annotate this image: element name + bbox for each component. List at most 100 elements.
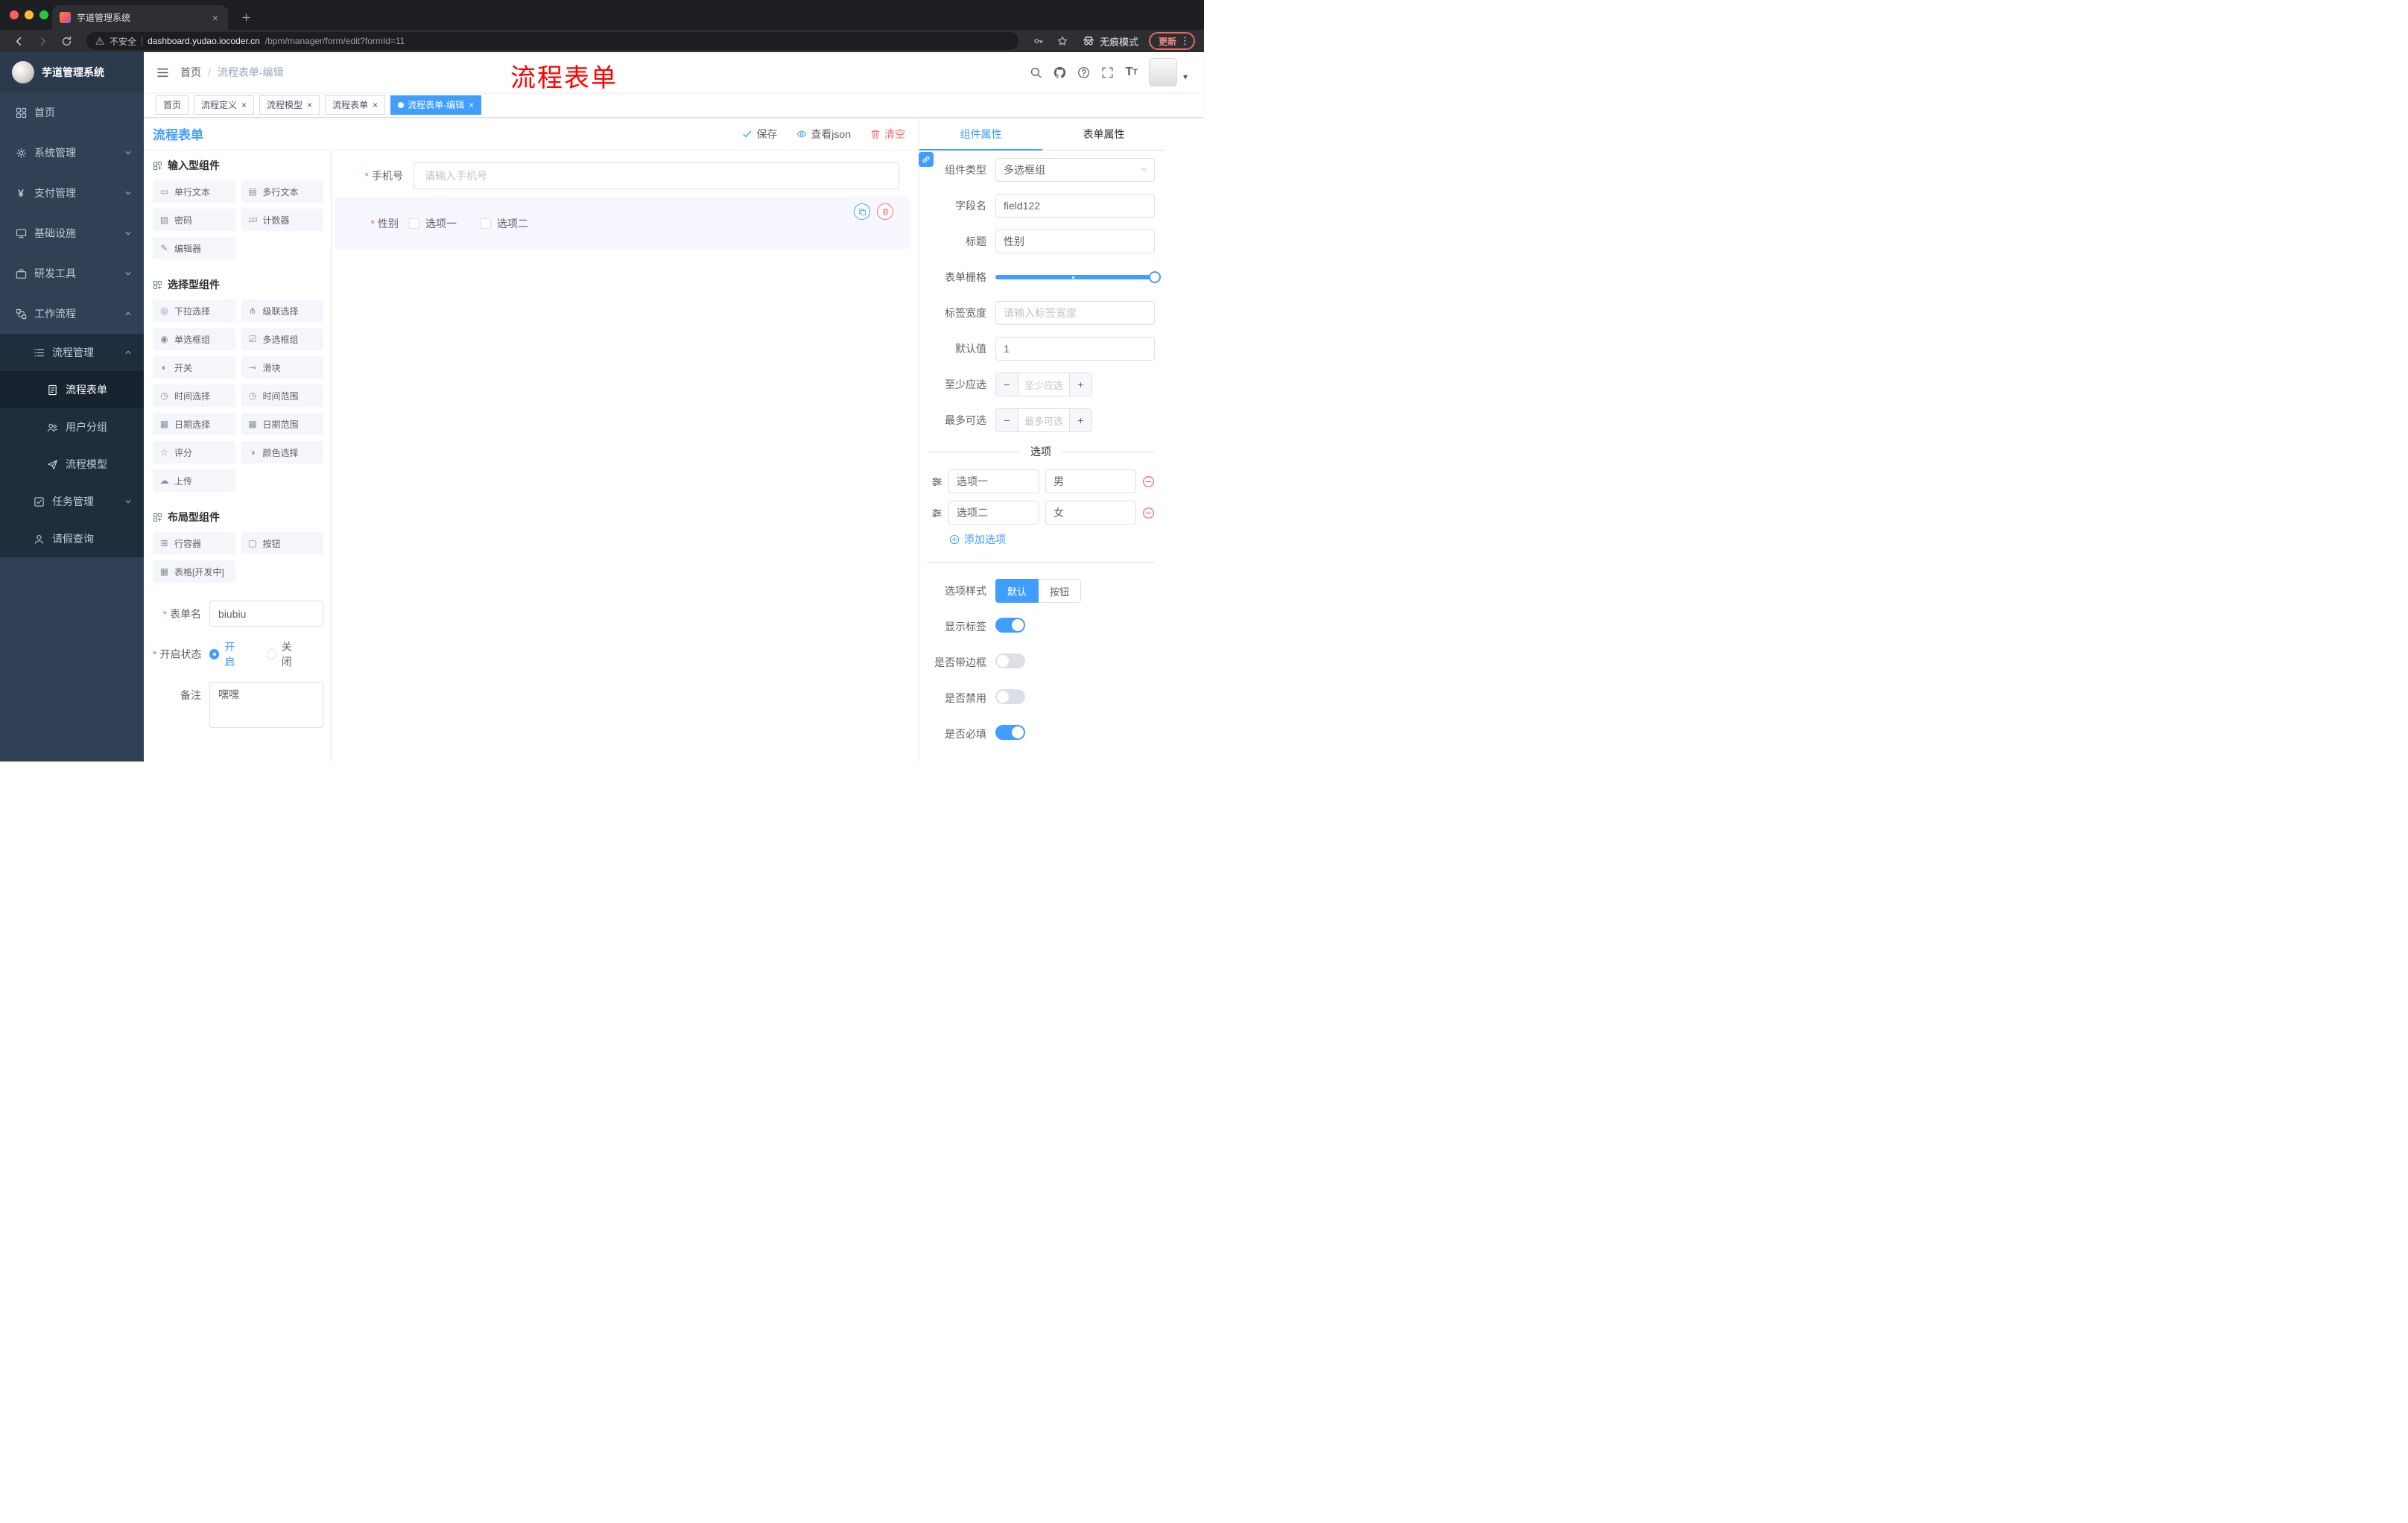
component-single-text[interactable]: ▭ 单行文本: [153, 180, 235, 203]
back-button[interactable]: [9, 32, 28, 50]
caret-down-icon[interactable]: ▾: [1183, 72, 1188, 82]
password-key-icon[interactable]: [1029, 32, 1048, 50]
toggle-switch-2[interactable]: [995, 688, 1025, 704]
tag-item[interactable]: 流程表单 ×: [325, 95, 386, 115]
close-icon[interactable]: ×: [307, 100, 312, 110]
decrement-button[interactable]: −: [996, 373, 1018, 396]
component-date-range[interactable]: ▦ 日期范围: [241, 413, 323, 435]
component-radio-group[interactable]: ◉ 单选框组: [153, 328, 235, 350]
tag-item[interactable]: 流程模型 ×: [259, 95, 320, 115]
increment-button[interactable]: +: [1069, 409, 1091, 431]
slider-handle[interactable]: [1149, 271, 1161, 283]
close-icon[interactable]: ×: [373, 100, 378, 110]
avatar[interactable]: [1148, 58, 1177, 86]
option2-label-input[interactable]: [948, 501, 1039, 525]
field-phone[interactable]: 手机号: [339, 162, 899, 189]
title-input[interactable]: [995, 229, 1155, 253]
sidebar-item-payment[interactable]: ¥ 支付管理: [0, 173, 144, 213]
remark-textarea[interactable]: 嘿嘿: [209, 682, 323, 728]
field-name-input[interactable]: [995, 194, 1155, 218]
component-password[interactable]: ▧ 密码: [153, 209, 235, 231]
component-multi-text[interactable]: ▤ 多行文本: [241, 180, 323, 203]
option1-label-input[interactable]: [948, 469, 1039, 493]
form-name-input[interactable]: [209, 601, 323, 627]
option-style-default-button[interactable]: 默认: [995, 579, 1039, 603]
component-checkbox-group[interactable]: ☑ 多选框组: [241, 328, 323, 350]
component-button[interactable]: ▢ 按钮: [241, 532, 323, 554]
sidebar-item-devtools[interactable]: 研发工具: [0, 253, 144, 294]
window-close-button[interactable]: [10, 10, 19, 19]
reload-button[interactable]: [57, 32, 76, 50]
sidebar-item-user-group[interactable]: 用户分组: [0, 408, 144, 446]
label-width-input[interactable]: [995, 301, 1155, 325]
tab-close-icon[interactable]: ×: [210, 12, 221, 24]
component-rate[interactable]: ☆ 评分: [153, 441, 235, 463]
gender-option2-checkbox[interactable]: 选项二: [481, 216, 528, 231]
status-on-radio[interactable]: 开启: [209, 639, 244, 669]
default-value-input[interactable]: [995, 337, 1155, 361]
tag-item[interactable]: 流程表单-编辑 ×: [390, 95, 482, 115]
sidebar-item-leave-query[interactable]: 请假查询: [0, 520, 144, 557]
option-style-button-button[interactable]: 按钮: [1039, 579, 1082, 603]
field-gender-selected[interactable]: 性别 选项一 选项二: [335, 197, 910, 249]
github-icon[interactable]: [1054, 66, 1066, 79]
toggle-switch-0[interactable]: [995, 617, 1025, 633]
component-row[interactable]: ⊞ 行容器: [153, 532, 235, 554]
tab-component-props[interactable]: 组件属性: [919, 118, 1042, 151]
tab-form-props[interactable]: 表单属性: [1042, 118, 1165, 150]
add-option-button[interactable]: 添加选项: [949, 532, 1155, 547]
forward-button[interactable]: [33, 32, 52, 50]
component-time-range[interactable]: ◷ 时间范围: [241, 384, 323, 407]
sidebar-item-process-mgmt[interactable]: 流程管理: [0, 334, 144, 371]
font-size-icon[interactable]: TT: [1125, 66, 1138, 79]
help-icon[interactable]: [1077, 66, 1090, 79]
tag-item[interactable]: 首页: [156, 95, 189, 115]
hamburger-icon[interactable]: [144, 66, 180, 79]
view-json-button[interactable]: 查看json: [796, 127, 851, 142]
update-button[interactable]: 更新 ⋮: [1148, 32, 1195, 50]
address-bar[interactable]: 不安全 dashboard.yudao.iocoder.cn/bpm/manag…: [86, 32, 1018, 50]
fullscreen-icon[interactable]: [1101, 66, 1114, 79]
component-color[interactable]: ◑ 颜色选择: [241, 441, 323, 463]
save-button[interactable]: 保存: [742, 127, 777, 142]
component-upload[interactable]: ☁ 上传: [153, 469, 235, 492]
bookmark-star-icon[interactable]: [1053, 32, 1072, 50]
new-tab-button[interactable]: [238, 10, 253, 25]
close-icon[interactable]: ×: [469, 100, 474, 110]
sidebar-item-system[interactable]: 系统管理: [0, 133, 144, 173]
option2-value-input[interactable]: [1045, 501, 1136, 525]
delete-component-button[interactable]: [877, 203, 893, 220]
sidebar-logo[interactable]: 芋道管理系统: [0, 52, 144, 92]
search-icon[interactable]: [1030, 66, 1042, 79]
link-icon[interactable]: [919, 152, 934, 167]
component-type-select[interactable]: 多选框组: [995, 158, 1155, 182]
drag-handle-icon[interactable]: [931, 476, 942, 487]
component-slider[interactable]: ⊸ 滑块: [241, 356, 323, 379]
sidebar-item-process-model[interactable]: 流程模型: [0, 446, 144, 483]
sidebar-item-workflow[interactable]: 工作流程: [0, 294, 144, 334]
toggle-switch-1[interactable]: [995, 653, 1025, 668]
window-minimize-button[interactable]: [25, 10, 34, 19]
slider-track[interactable]: [995, 271, 1161, 283]
increment-button[interactable]: +: [1069, 373, 1091, 396]
component-table[interactable]: ▦ 表格[开发中]: [153, 560, 235, 583]
decrement-button[interactable]: −: [996, 409, 1018, 431]
window-zoom-button[interactable]: [39, 10, 48, 19]
breadcrumb-home[interactable]: 首页: [180, 65, 201, 80]
sidebar-item-infra[interactable]: 基础设施: [0, 213, 144, 253]
component-time[interactable]: ◷ 时间选择: [153, 384, 235, 407]
component-cascader[interactable]: ⋔ 级联选择: [241, 300, 323, 322]
remove-option-icon[interactable]: [1142, 507, 1155, 519]
browser-tab[interactable]: 芋道管理系统 ×: [52, 5, 228, 30]
component-date[interactable]: ▦ 日期选择: [153, 413, 235, 435]
component-editor[interactable]: ✎ 编辑器: [153, 237, 235, 259]
menu-kebab-icon[interactable]: ⋮: [1180, 35, 1190, 47]
tag-item[interactable]: 流程定义 ×: [194, 95, 255, 115]
option1-value-input[interactable]: [1045, 469, 1136, 493]
component-counter[interactable]: 123 计数器: [241, 209, 323, 231]
sidebar-item-process-form[interactable]: 流程表单: [0, 371, 144, 408]
close-icon[interactable]: ×: [241, 100, 247, 110]
toggle-switch-3[interactable]: [995, 724, 1025, 740]
phone-input[interactable]: [414, 162, 899, 189]
sidebar-item-home[interactable]: 首页: [0, 92, 144, 133]
